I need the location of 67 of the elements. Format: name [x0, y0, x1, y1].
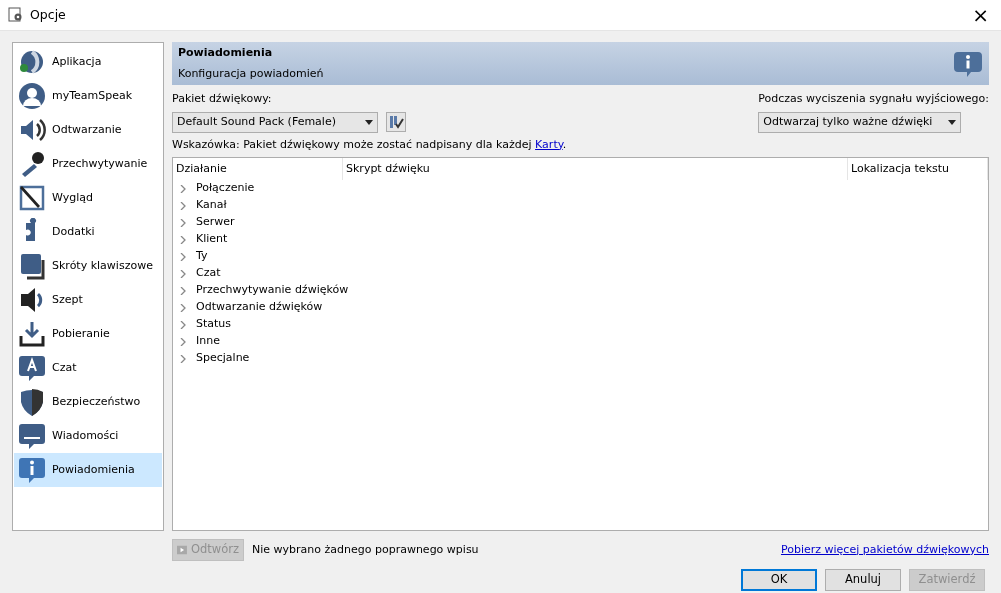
sidebar-item[interactable]: Aplikacja	[14, 45, 162, 79]
user-icon	[18, 82, 46, 110]
tree-item[interactable]: Specjalne	[196, 350, 250, 367]
expand-icon[interactable]	[179, 337, 187, 346]
tree-item[interactable]: Odtwarzanie dźwięków	[196, 299, 323, 316]
tree-item[interactable]: Czat	[196, 265, 221, 282]
sidebar-item[interactable]: Skróty klawiszowe	[14, 249, 162, 283]
expand-icon[interactable]	[179, 286, 187, 295]
dialog-button[interactable]: Anuluj	[825, 569, 901, 591]
download-icon	[18, 320, 46, 348]
expand-icon[interactable]	[179, 354, 187, 363]
expand-icon[interactable]	[179, 320, 187, 329]
muted-output-label: Podczas wyciszenia sygnału wyjściowego:	[758, 91, 989, 107]
header-title: Powiadomienia	[178, 45, 274, 61]
tree-item[interactable]: Klient	[196, 231, 228, 248]
status-text: Nie wybrano żadnego poprawnego wpisu	[252, 541, 479, 558]
header-subtitle: Konfiguracja powiadomień	[178, 65, 325, 82]
expand-icon[interactable]	[179, 303, 187, 312]
sidebar-item[interactable]: Szept	[14, 283, 162, 317]
close-button[interactable]: ×	[968, 5, 993, 25]
sidebar-item[interactable]: Bezpieczeństwo	[14, 385, 162, 419]
app-icon	[18, 48, 46, 76]
karty-link[interactable]: Karty	[535, 137, 563, 151]
column-header[interactable]: Lokalizacja tekstu	[848, 158, 988, 180]
caret-icon	[365, 119, 373, 125]
sound-pack-dropdown[interactable]: Default Sound Pack (Female)	[172, 111, 378, 133]
info-icon	[18, 456, 46, 484]
info-icon	[953, 49, 983, 78]
tree-item[interactable]: Status	[196, 316, 232, 333]
expand-icon[interactable]	[179, 269, 187, 278]
tree-item[interactable]: Serwer	[196, 214, 235, 231]
expand-icon[interactable]	[179, 252, 187, 261]
expand-icon[interactable]	[179, 235, 187, 244]
tree-item[interactable]: Inne	[196, 333, 220, 350]
sidebar-item[interactable]: Czat	[14, 351, 162, 385]
muted-output-dropdown[interactable]: Odtwarzaj tylko ważne dźwięki	[758, 111, 962, 133]
pencil-icon	[18, 184, 46, 212]
download-link[interactable]: Pobierz więcej pakietów dźwiękowych	[780, 541, 989, 559]
sidebar-item[interactable]: myTeamSpeak	[14, 79, 162, 113]
checklist-icon[interactable]	[386, 112, 406, 132]
window-title: Opcje	[30, 5, 66, 24]
column-header[interactable]: Skrypt dźwięku	[343, 158, 848, 180]
expand-icon[interactable]	[179, 218, 187, 227]
column-header[interactable]: Działanie	[173, 158, 343, 180]
speaker-icon	[18, 116, 46, 144]
shield-icon	[18, 388, 46, 416]
tree-item[interactable]: Połączenie	[196, 180, 255, 197]
expand-icon[interactable]	[179, 201, 187, 210]
sidebar-item[interactable]: Wiadomości	[14, 419, 162, 453]
expand-icon[interactable]	[179, 184, 187, 193]
sidebar-item[interactable]: Powiadomienia	[14, 453, 162, 487]
sound-pack-label: Pakiet dźwiękowy:	[172, 91, 273, 107]
chat-bubble-icon	[18, 354, 46, 382]
sidebar-item[interactable]: Dodatki	[14, 215, 162, 249]
dialog-button[interactable]: OK	[741, 569, 817, 591]
caret-icon	[948, 119, 957, 125]
sidebar-item[interactable]: Odtwarzanie	[14, 113, 162, 147]
settings-icon	[8, 7, 24, 23]
sidebar-item[interactable]: Wygląd	[14, 181, 162, 215]
tree-item[interactable]: Kanał	[196, 197, 227, 214]
hint-text: Wskazówka: Pakiet dźwiękowy może zostać nadpisany dla każdej Karty.	[172, 136, 568, 153]
tree-item[interactable]: Ty	[196, 248, 208, 265]
chat-bubble-icon	[18, 422, 46, 450]
tree-item[interactable]: Przechwytywanie dźwięków	[196, 282, 349, 299]
sidebar-item[interactable]: Przechwytywanie	[14, 147, 162, 181]
play-icon	[177, 544, 187, 556]
sidebar-item[interactable]: Pobieranie	[14, 317, 162, 351]
